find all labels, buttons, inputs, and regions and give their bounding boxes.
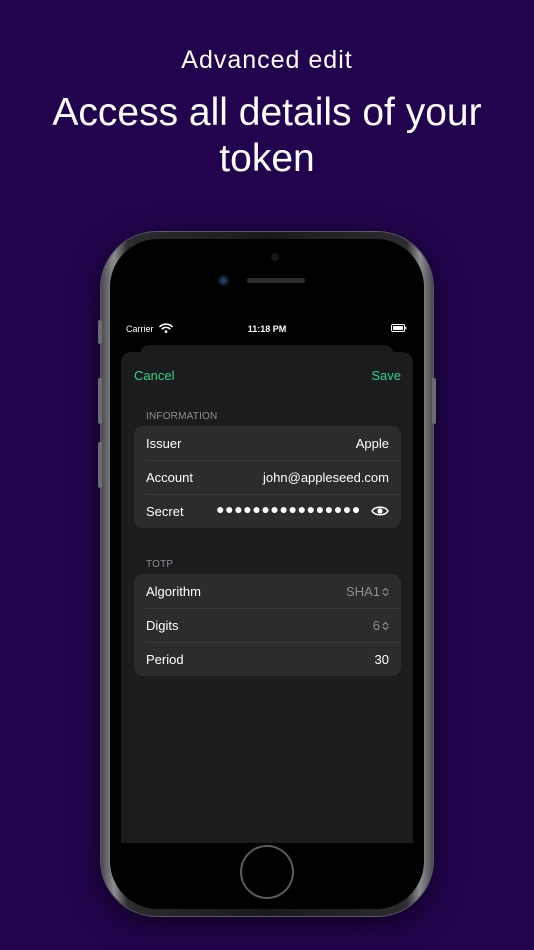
power-button bbox=[432, 378, 436, 424]
information-group: Issuer Apple Account john@appleseed.com … bbox=[134, 426, 401, 528]
chevron-updown-icon bbox=[382, 587, 389, 597]
secret-label: Secret bbox=[146, 504, 184, 519]
chevron-updown-icon bbox=[382, 621, 389, 631]
digits-picker[interactable]: 6 bbox=[373, 618, 389, 633]
issuer-field[interactable]: Apple bbox=[356, 436, 389, 451]
secret-field[interactable]: ●●●●●●●●●●●●●●●● bbox=[216, 501, 361, 517]
promo-headline: Access all details of your token bbox=[52, 91, 482, 180]
account-label: Account bbox=[146, 470, 193, 485]
battery-icon bbox=[391, 324, 407, 332]
cancel-button[interactable]: Cancel bbox=[134, 368, 174, 383]
issuer-label: Issuer bbox=[146, 436, 182, 451]
period-field[interactable]: 30 bbox=[375, 652, 389, 667]
algorithm-label: Algorithm bbox=[146, 584, 201, 599]
status-bar: Carrier 11:18 PM bbox=[121, 310, 413, 340]
eye-icon[interactable] bbox=[371, 504, 389, 518]
section-title-totp: TOTP bbox=[146, 559, 174, 570]
account-row[interactable]: Account john@appleseed.com bbox=[134, 460, 401, 494]
period-label: Period bbox=[146, 652, 184, 667]
status-time: 11:18 PM bbox=[247, 324, 287, 334]
account-field[interactable]: john@appleseed.com bbox=[263, 470, 389, 485]
algorithm-value: SHA1 bbox=[346, 584, 380, 599]
proximity-sensor bbox=[271, 253, 279, 261]
save-button[interactable]: Save bbox=[371, 368, 401, 383]
edit-token-sheet: Cancel Save INFORMATION Issuer Apple Acc… bbox=[121, 352, 413, 843]
front-camera bbox=[218, 275, 229, 286]
algorithm-picker[interactable]: SHA1 bbox=[346, 584, 389, 599]
phone-bezel: Carrier 11:18 PM Cancel Save INFORMATION bbox=[110, 239, 424, 909]
volume-up-button bbox=[98, 378, 102, 424]
digits-row[interactable]: Digits 6 bbox=[134, 608, 401, 642]
section-title-information: INFORMATION bbox=[146, 411, 218, 422]
period-row[interactable]: Period 30 bbox=[134, 642, 401, 676]
digits-value: 6 bbox=[372, 618, 380, 633]
earpiece-speaker bbox=[247, 278, 305, 283]
algorithm-row[interactable]: Algorithm SHA1 bbox=[134, 574, 401, 608]
phone-frame: Carrier 11:18 PM Cancel Save INFORMATION bbox=[98, 232, 436, 916]
digits-label: Digits bbox=[146, 618, 179, 633]
phone-screen: Carrier 11:18 PM Cancel Save INFORMATION bbox=[121, 310, 413, 843]
issuer-row[interactable]: Issuer Apple bbox=[134, 426, 401, 460]
promo-subtitle: Advanced edit bbox=[181, 46, 353, 74]
secret-row[interactable]: Secret ●●●●●●●●●●●●●●●● bbox=[134, 494, 401, 528]
mute-switch bbox=[98, 320, 102, 344]
home-button[interactable] bbox=[240, 845, 294, 899]
totp-group: Algorithm SHA1 Digits 6 Period 30 bbox=[134, 574, 401, 676]
volume-down-button bbox=[98, 442, 102, 488]
